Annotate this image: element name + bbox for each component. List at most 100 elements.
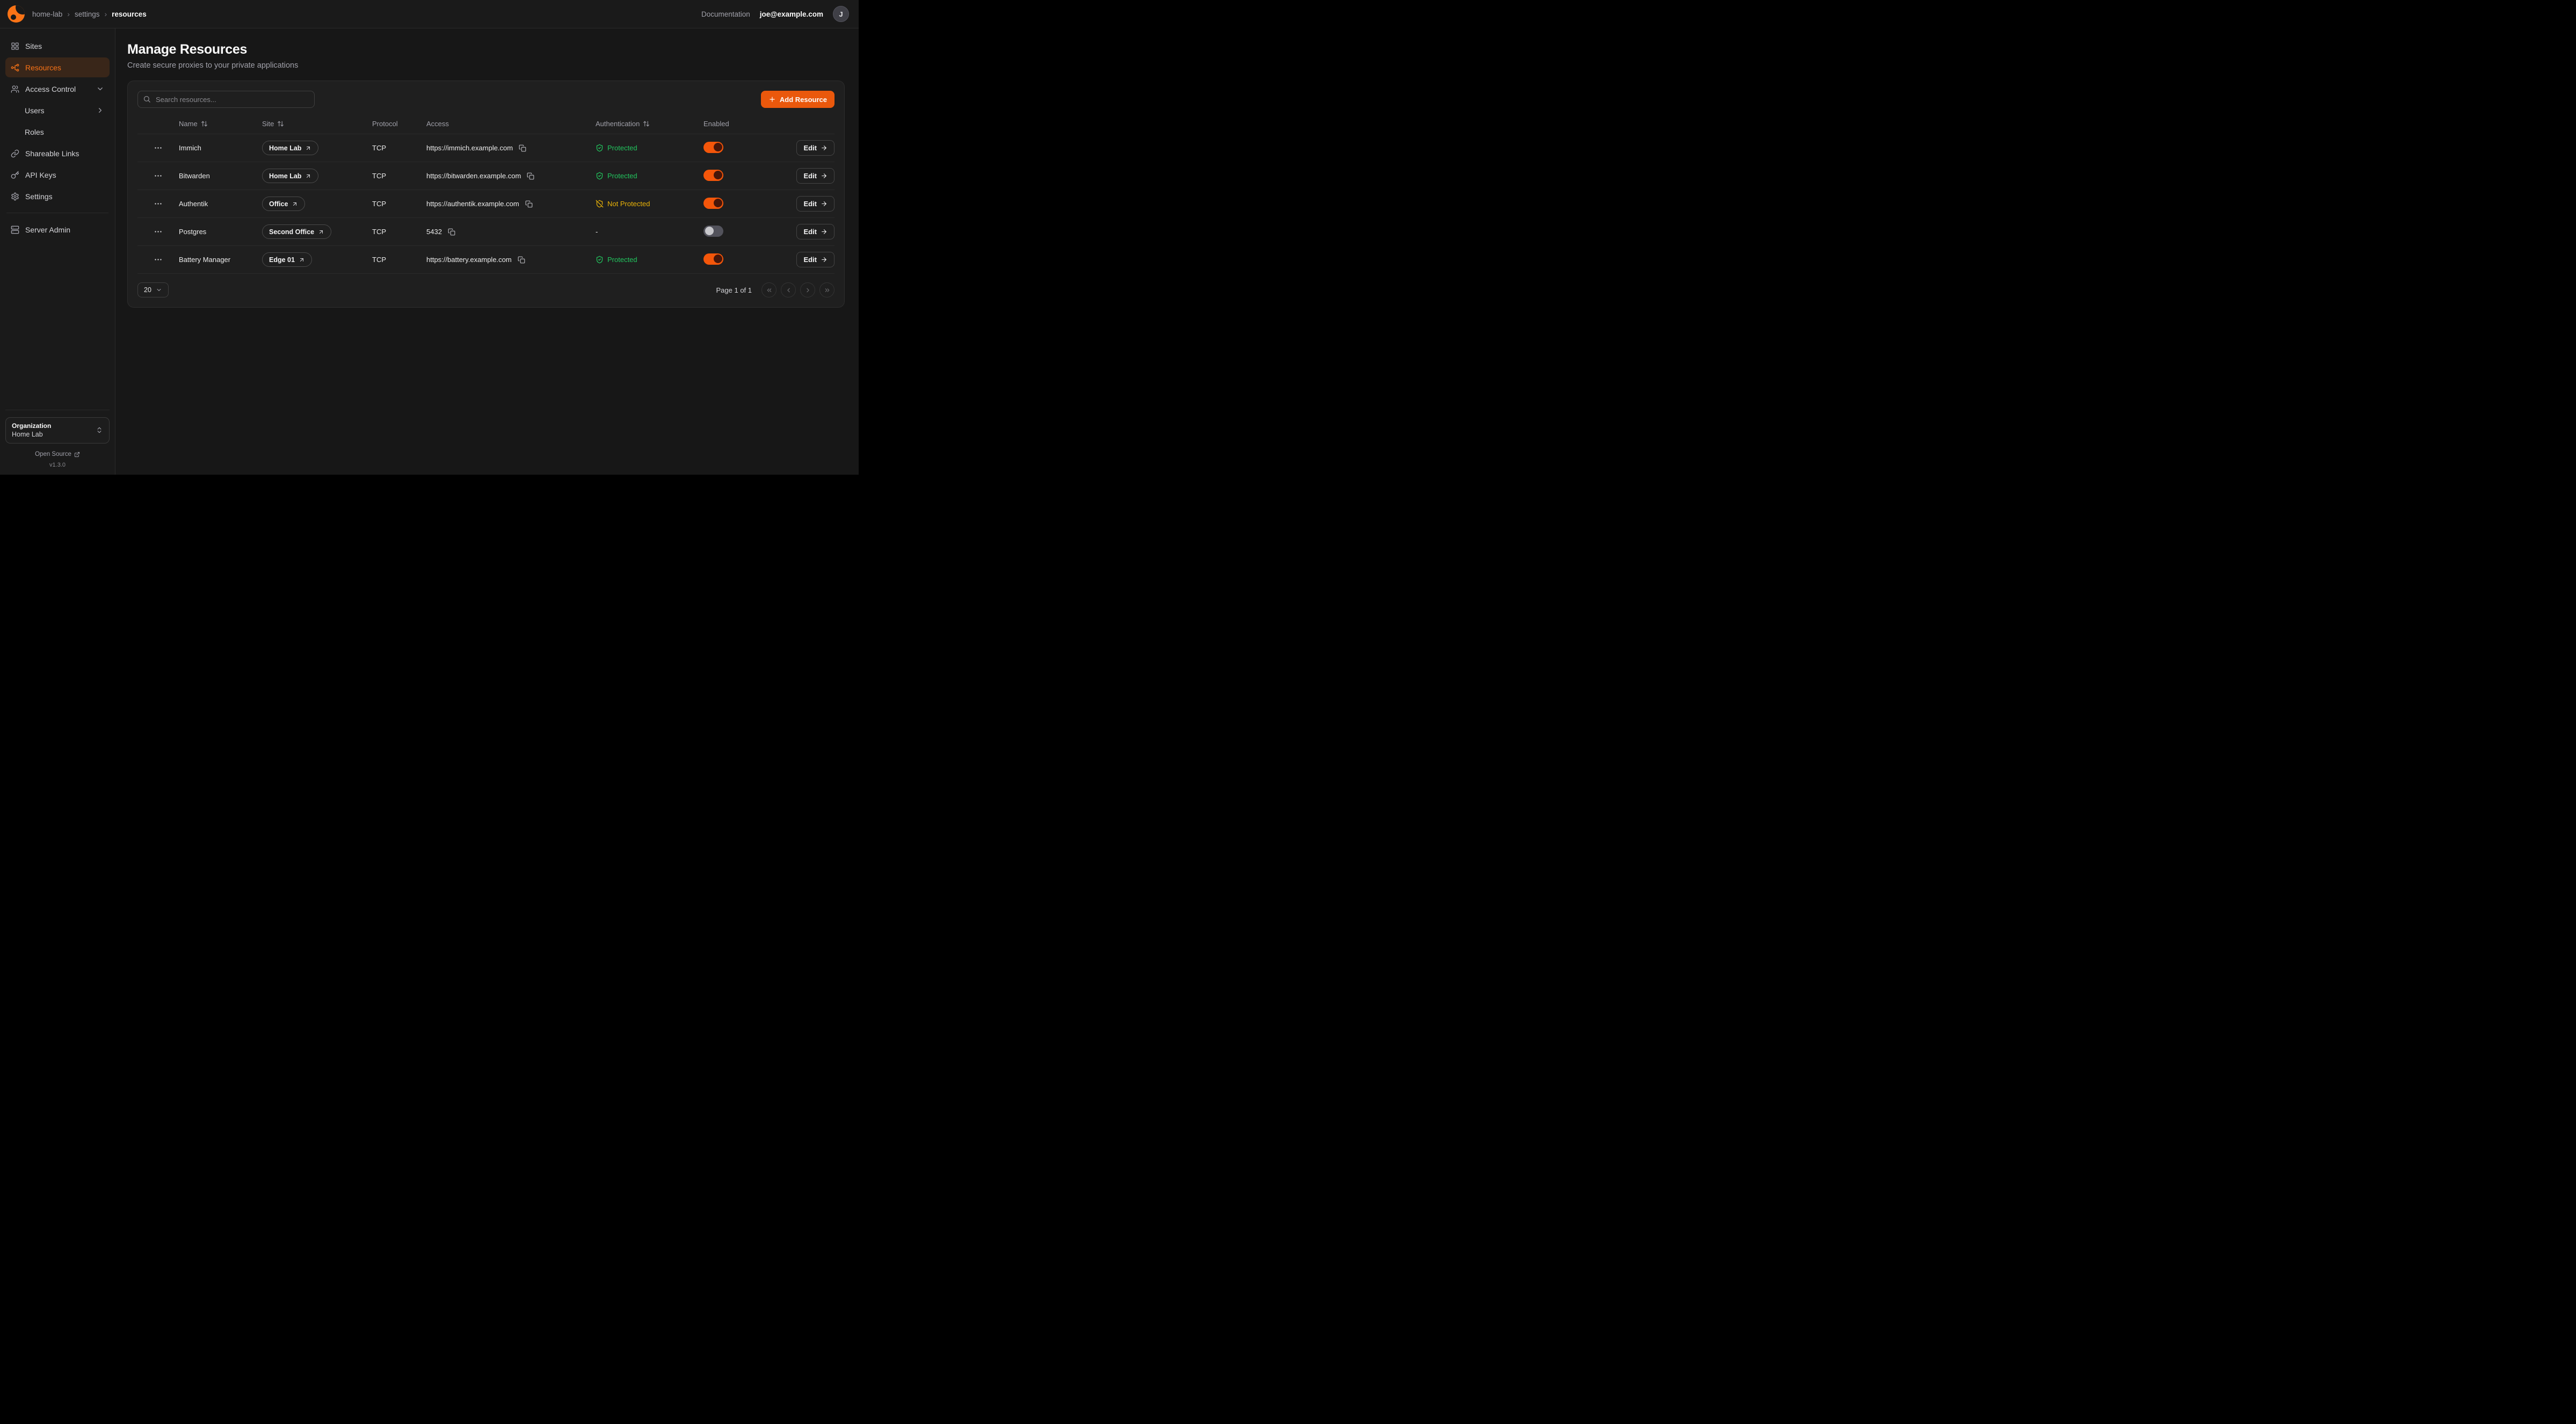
edit-button[interactable]: Edit (796, 252, 835, 267)
enabled-toggle[interactable] (703, 226, 723, 237)
sidebar-item-label: Settings (25, 192, 53, 201)
site-link-button[interactable]: Home Lab (262, 169, 318, 183)
page-subtitle: Create secure proxies to your private ap… (127, 61, 845, 70)
auth-status: Not Protected (596, 200, 703, 208)
row-menu-button[interactable] (151, 141, 165, 155)
sidebar-item-resources[interactable]: Resources (5, 57, 110, 77)
breadcrumb-item[interactable]: settings (75, 10, 100, 18)
breadcrumb-item[interactable]: home-lab (32, 10, 62, 18)
enabled-toggle[interactable] (703, 253, 723, 265)
external-link-icon (318, 229, 324, 235)
app-logo-icon[interactable] (8, 5, 25, 23)
sidebar-item-label: Server Admin (25, 226, 70, 234)
table-header: Name Site Protocol Access Authentication… (137, 115, 835, 134)
search-icon (143, 95, 151, 106)
copy-button[interactable] (524, 199, 534, 209)
sidebar-item-label: Resources (25, 63, 61, 72)
resource-protocol: TCP (372, 200, 426, 208)
site-link-button[interactable]: Second Office (262, 224, 331, 239)
arrow-right-icon (821, 228, 828, 235)
arrow-right-icon (821, 256, 828, 263)
header-name-sort[interactable]: Name (179, 120, 262, 128)
next-page-button[interactable] (800, 282, 815, 297)
server-icon (11, 226, 19, 234)
external-link-icon (305, 145, 311, 151)
users-icon (11, 85, 19, 93)
sidebar-item-shareable-links[interactable]: Shareable Links (5, 143, 110, 163)
sidebar-item-label: Roles (25, 128, 44, 136)
organization-value: Home Lab (12, 430, 51, 439)
table-row: Immich Home Lab TCP https://immich.examp… (137, 134, 835, 162)
chevrons-right-icon (824, 287, 831, 294)
enabled-toggle[interactable] (703, 170, 723, 181)
last-page-button[interactable] (819, 282, 835, 297)
edit-button[interactable]: Edit (796, 140, 835, 156)
site-link-button[interactable]: Office (262, 197, 305, 211)
page-size-select[interactable]: 20 (137, 282, 169, 297)
site-label: Office (269, 200, 288, 208)
edit-button[interactable]: Edit (796, 196, 835, 212)
organization-selector[interactable]: Organization Home Lab (5, 417, 110, 444)
copy-icon (519, 144, 526, 152)
row-menu-button[interactable] (151, 169, 165, 183)
sidebar-item-server-admin[interactable]: Server Admin (5, 220, 110, 239)
user-email[interactable]: joe@example.com (760, 10, 823, 18)
sidebar-item-api-keys[interactable]: API Keys (5, 165, 110, 185)
open-source-link[interactable]: Open Source (5, 451, 110, 457)
row-menu-button[interactable] (151, 197, 165, 210)
avatar[interactable]: J (833, 6, 849, 22)
copy-button[interactable] (517, 255, 526, 265)
enabled-toggle[interactable] (703, 142, 723, 153)
shield-check-icon (596, 144, 604, 152)
site-label: Home Lab (269, 172, 301, 180)
external-link-icon (305, 173, 311, 179)
arrow-right-icon (821, 144, 828, 151)
documentation-link[interactable]: Documentation (701, 10, 750, 18)
enabled-toggle[interactable] (703, 198, 723, 209)
auth-status: Protected (596, 172, 703, 180)
sidebar-item-access-control[interactable]: Access Control (5, 79, 110, 99)
header-authentication-sort[interactable]: Authentication (596, 120, 703, 128)
site-link-button[interactable]: Edge 01 (262, 252, 312, 267)
site-label: Second Office (269, 228, 314, 236)
key-icon (11, 171, 19, 179)
resource-protocol: TCP (372, 144, 426, 152)
sidebar-item-settings[interactable]: Settings (5, 186, 110, 206)
sidebar-bottom: Organization Home Lab Open Source v1.3.0 (5, 410, 110, 468)
page-info: Page 1 of 1 (716, 286, 752, 294)
copy-button[interactable] (447, 227, 456, 237)
breadcrumb-separator: › (104, 10, 107, 18)
sidebar-item-roles[interactable]: Roles (5, 122, 110, 142)
page-size-value: 20 (144, 286, 151, 294)
resources-workflow-icon (11, 63, 19, 72)
resource-name: Immich (179, 144, 262, 152)
header-site-sort[interactable]: Site (262, 120, 372, 128)
add-resource-label: Add Resource (780, 96, 827, 104)
auth-label: Protected (607, 172, 637, 180)
row-menu-button[interactable] (151, 253, 165, 266)
copy-button[interactable] (518, 143, 527, 153)
auth-status: Protected (596, 256, 703, 264)
first-page-button[interactable] (761, 282, 777, 297)
table-row: Bitwarden Home Lab TCP https://bitwarden… (137, 162, 835, 190)
copy-button[interactable] (526, 171, 535, 181)
breadcrumb-item-current[interactable]: resources (112, 10, 147, 18)
edit-button[interactable]: Edit (796, 168, 835, 184)
site-link-button[interactable]: Home Lab (262, 141, 318, 155)
resource-protocol: TCP (372, 256, 426, 264)
row-menu-button[interactable] (151, 225, 165, 238)
chevrons-left-icon (766, 287, 773, 294)
main-content: Manage Resources Create secure proxies t… (115, 28, 859, 475)
sidebar-item-users[interactable]: Users (5, 100, 110, 120)
site-label: Home Lab (269, 144, 301, 152)
ellipsis-icon (154, 255, 163, 264)
search-input[interactable] (137, 91, 315, 108)
add-resource-button[interactable]: Add Resource (761, 91, 835, 108)
previous-page-button[interactable] (781, 282, 796, 297)
app-window: home-lab › settings › resources Document… (0, 0, 859, 475)
pagination (761, 282, 835, 297)
edit-button[interactable]: Edit (796, 224, 835, 239)
organization-label: Organization (12, 422, 51, 430)
topbar-right: Documentation joe@example.com J (701, 6, 849, 22)
sidebar-item-sites[interactable]: Sites (5, 36, 110, 56)
